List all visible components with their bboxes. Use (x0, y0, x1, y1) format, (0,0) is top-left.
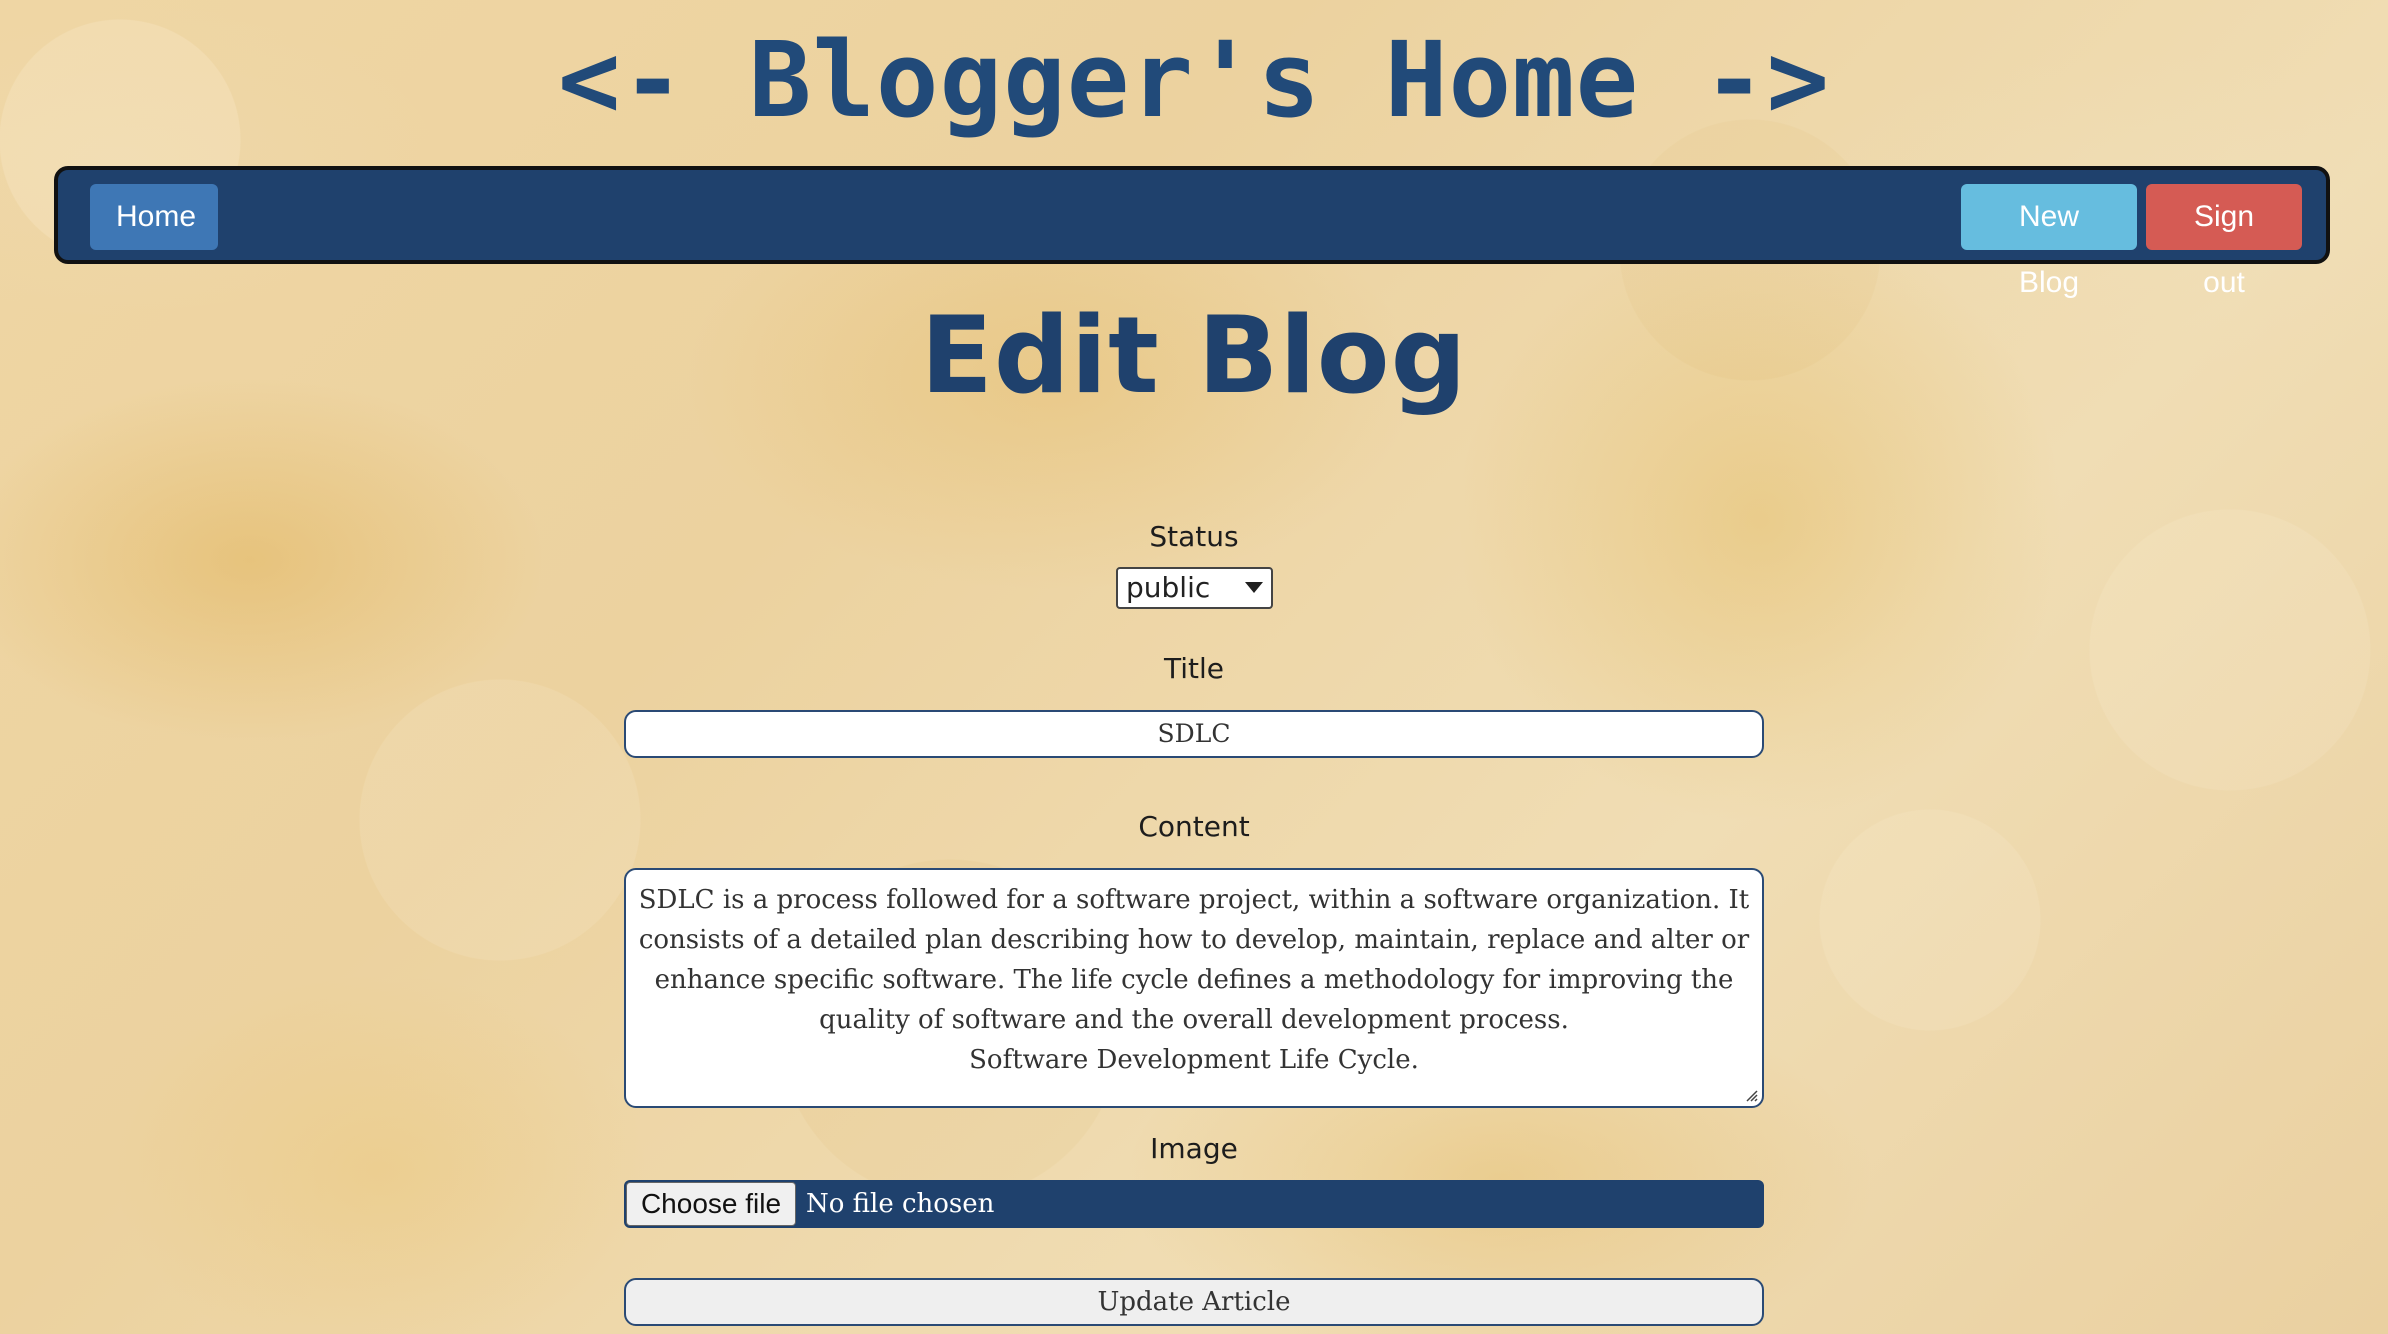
home-button[interactable]: Home (90, 184, 218, 250)
status-label: Status (1149, 520, 1239, 553)
content-label: Content (1138, 810, 1250, 843)
site-header-title: <- Blogger's Home -> (557, 19, 1831, 141)
file-status-text: No file chosen (806, 1189, 995, 1219)
image-file-input[interactable]: Choose file No file chosen (624, 1180, 1764, 1228)
status-select[interactable]: public (1116, 567, 1273, 609)
choose-file-button[interactable]: Choose file (626, 1182, 796, 1226)
page-title: Edit Blog (920, 294, 1468, 417)
title-label: Title (1163, 652, 1224, 685)
content-textarea[interactable]: SDLC is a process followed for a softwar… (624, 868, 1764, 1108)
sign-out-button[interactable]: Sign out (2146, 184, 2302, 299)
new-blog-button[interactable]: New Blog (1961, 184, 2137, 299)
navigation-bar: Home New Blog Sign out (54, 166, 2330, 299)
image-label: Image (1150, 1132, 1238, 1165)
update-article-button[interactable]: Update Article (624, 1278, 1764, 1326)
title-input[interactable]: SDLC (624, 710, 1764, 758)
